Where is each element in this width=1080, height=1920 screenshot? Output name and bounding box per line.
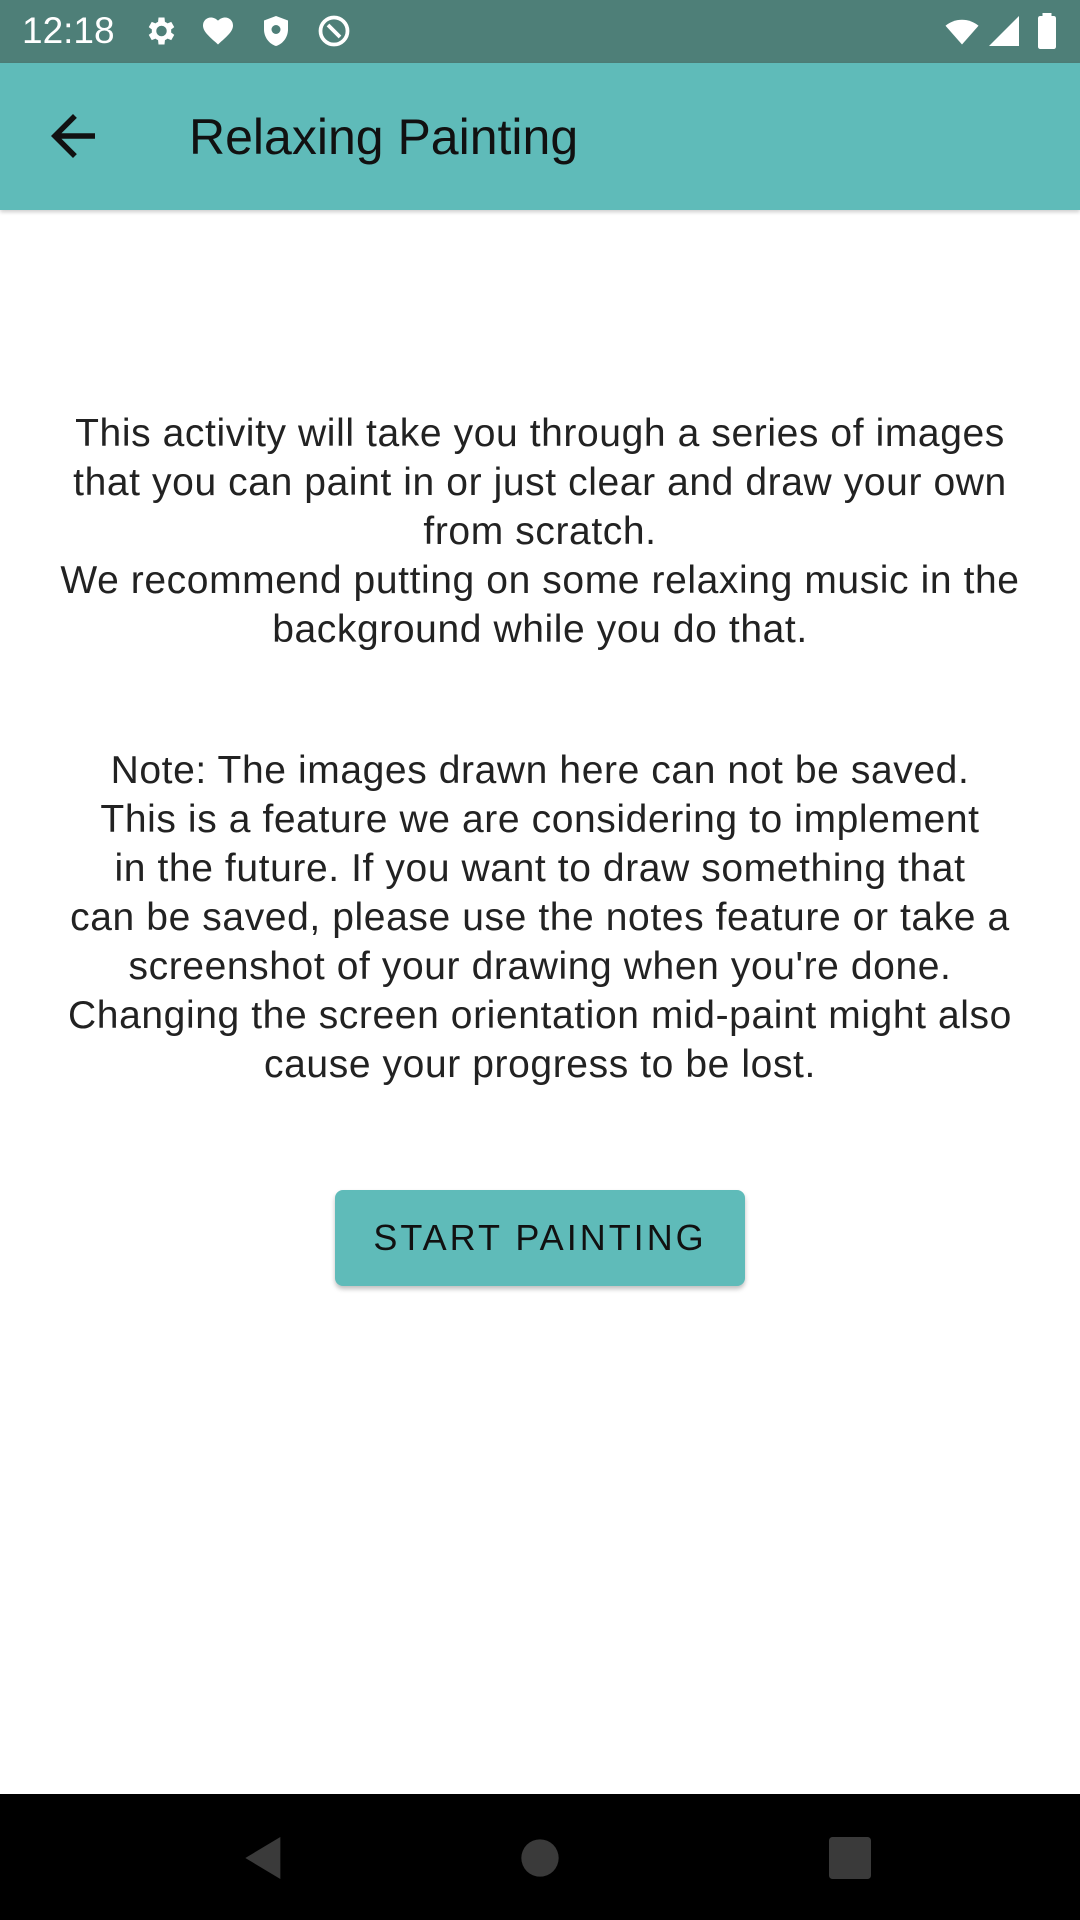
back-triangle-icon[interactable] [236, 1830, 292, 1886]
shield-icon [264, 16, 288, 46]
intro-line: We recommend putting on some relaxing mu… [60, 559, 1020, 602]
at-icon [318, 15, 350, 47]
intro-line: that you can paint in or just clear and … [73, 461, 1007, 504]
status-time: 12:18 [22, 10, 115, 51]
recents-square-icon[interactable] [822, 1830, 878, 1886]
intro-text: This activity will take you through a se… [0, 409, 1080, 654]
note-line: can be saved, please use the notes featu… [70, 896, 1010, 939]
intro-line: background while you do that. [272, 608, 808, 651]
start-painting-button[interactable]: START PAINTING [335, 1190, 745, 1286]
intro-line: from scratch. [423, 510, 657, 553]
note-line: This is a feature we are considering to … [100, 798, 980, 841]
note-line: screenshot of your drawing when you're d… [128, 945, 952, 988]
arrow-back-icon[interactable] [40, 103, 106, 169]
home-circle-icon[interactable] [512, 1830, 568, 1886]
intro-line: This activity will take you through a se… [75, 412, 1005, 455]
note-line: in the future. If you want to draw somet… [114, 847, 966, 890]
app-bar: Relaxing Painting [0, 63, 1080, 210]
system-nav-bar [0, 1794, 1080, 1920]
battery-icon [1038, 13, 1056, 49]
signal-icon [989, 16, 1019, 46]
wifi-icon [945, 19, 979, 45]
note-line: cause your progress to be lost. [264, 1043, 816, 1086]
heart-icon [203, 17, 233, 45]
status-bar: 12:18 [0, 0, 1080, 63]
note-line: Changing the screen orientation mid-pain… [68, 994, 1012, 1037]
note-text: Note: The images drawn here can not be s… [0, 746, 1080, 1089]
note-line: Note: The images drawn here can not be s… [110, 749, 970, 792]
page-title: Relaxing Painting [189, 109, 579, 165]
settings-icon [148, 17, 175, 45]
